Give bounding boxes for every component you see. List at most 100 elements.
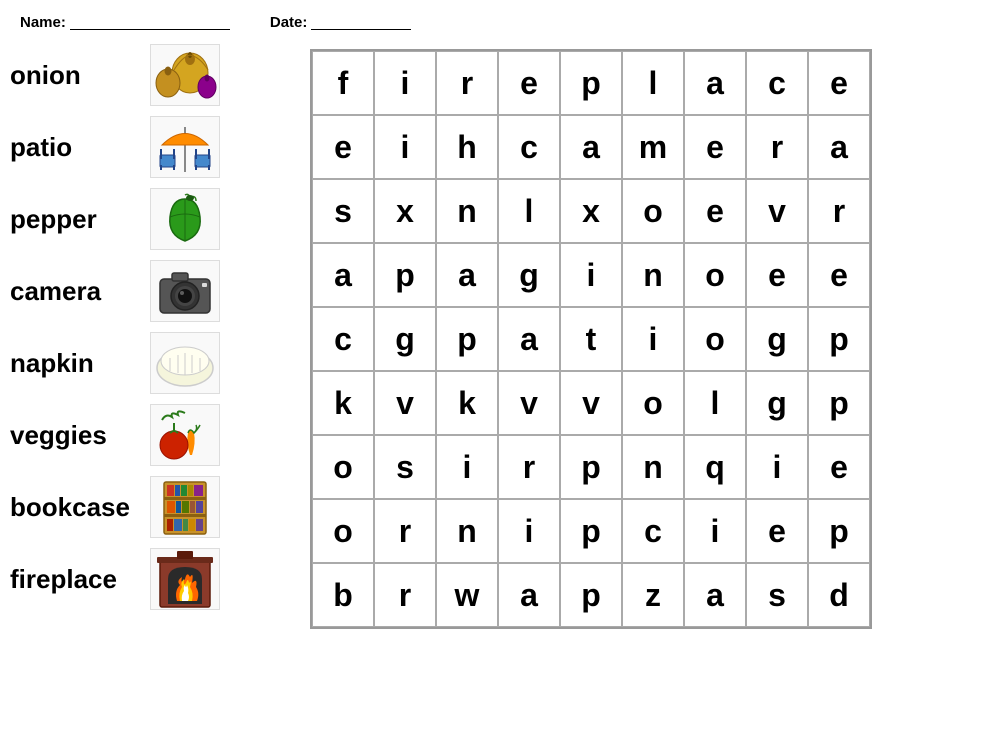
grid-cell[interactable]: k <box>312 371 374 435</box>
grid-cell[interactable]: i <box>746 435 808 499</box>
grid-cell[interactable]: p <box>374 243 436 307</box>
grid-cell[interactable]: i <box>684 499 746 563</box>
grid-cell[interactable]: p <box>808 307 870 371</box>
grid-cell[interactable]: p <box>560 435 622 499</box>
word-image-patio <box>150 116 220 178</box>
grid-cell[interactable]: r <box>436 51 498 115</box>
grid-cell[interactable]: x <box>374 179 436 243</box>
grid-cell[interactable]: m <box>622 115 684 179</box>
grid-cell[interactable]: c <box>746 51 808 115</box>
grid-cell[interactable]: i <box>498 499 560 563</box>
grid-cell[interactable]: p <box>808 371 870 435</box>
grid-cell[interactable]: g <box>746 307 808 371</box>
grid-cell[interactable]: i <box>374 115 436 179</box>
word-search-grid: fireplaceeihcamerasxnlxoevrapaginoeecgpa… <box>310 49 872 629</box>
word-image-veggies <box>150 404 220 466</box>
grid-cell[interactable]: a <box>684 51 746 115</box>
grid-cell[interactable]: o <box>684 307 746 371</box>
grid-cell[interactable]: n <box>436 179 498 243</box>
grid-cell[interactable]: t <box>560 307 622 371</box>
grid-cell[interactable]: a <box>684 563 746 627</box>
grid-cell[interactable]: p <box>560 51 622 115</box>
grid-cell[interactable]: l <box>622 51 684 115</box>
grid-cell[interactable]: p <box>560 563 622 627</box>
bookcase-icon <box>152 477 218 537</box>
grid-cell[interactable]: e <box>746 243 808 307</box>
grid-cell[interactable]: n <box>622 435 684 499</box>
grid-cell[interactable]: z <box>622 563 684 627</box>
grid-cell[interactable]: v <box>498 371 560 435</box>
grid-cell[interactable]: r <box>498 435 560 499</box>
grid-cell[interactable]: a <box>436 243 498 307</box>
grid-cell[interactable]: i <box>622 307 684 371</box>
grid-cell[interactable]: p <box>560 499 622 563</box>
list-item: napkin <box>10 327 290 399</box>
grid-cell[interactable]: f <box>312 51 374 115</box>
list-item: pepper <box>10 183 290 255</box>
grid-cell[interactable]: v <box>746 179 808 243</box>
grid-cell[interactable]: e <box>808 51 870 115</box>
grid-cell[interactable]: n <box>622 243 684 307</box>
grid-cell[interactable]: c <box>622 499 684 563</box>
grid-cell[interactable]: d <box>808 563 870 627</box>
grid-cell[interactable]: a <box>808 115 870 179</box>
grid-cell[interactable]: l <box>684 371 746 435</box>
word-label-onion: onion <box>10 60 140 91</box>
word-image-pepper <box>150 188 220 250</box>
grid-cell[interactable]: r <box>374 563 436 627</box>
word-image-napkin <box>150 332 220 394</box>
grid-cell[interactable]: r <box>746 115 808 179</box>
grid-cell[interactable]: g <box>374 307 436 371</box>
grid-cell[interactable]: l <box>498 179 560 243</box>
grid-cell[interactable]: a <box>498 563 560 627</box>
grid-cell[interactable]: b <box>312 563 374 627</box>
grid-cell[interactable]: s <box>312 179 374 243</box>
list-item: camera <box>10 255 290 327</box>
grid-cell[interactable]: c <box>312 307 374 371</box>
name-input-line[interactable] <box>70 16 230 30</box>
grid-cell[interactable]: c <box>498 115 560 179</box>
napkin-icon <box>152 333 218 393</box>
grid-cell[interactable]: r <box>808 179 870 243</box>
grid-cell[interactable]: o <box>622 179 684 243</box>
grid-cell[interactable]: e <box>684 115 746 179</box>
word-label-fireplace: fireplace <box>10 564 140 595</box>
grid-cell[interactable]: o <box>684 243 746 307</box>
grid-cell[interactable]: e <box>808 243 870 307</box>
grid-cell[interactable]: q <box>684 435 746 499</box>
grid-cell[interactable]: s <box>746 563 808 627</box>
grid-cell[interactable]: v <box>374 371 436 435</box>
grid-cell[interactable]: p <box>808 499 870 563</box>
word-label-napkin: napkin <box>10 348 140 379</box>
grid-cell[interactable]: i <box>436 435 498 499</box>
grid-cell[interactable]: e <box>498 51 560 115</box>
grid-cell[interactable]: x <box>560 179 622 243</box>
grid-cell[interactable]: e <box>746 499 808 563</box>
grid-cell[interactable]: e <box>312 115 374 179</box>
grid-cell[interactable]: o <box>622 371 684 435</box>
list-item: onion <box>10 39 290 111</box>
grid-cell[interactable]: o <box>312 435 374 499</box>
grid-cell[interactable]: w <box>436 563 498 627</box>
grid-cell[interactable]: e <box>808 435 870 499</box>
grid-cell[interactable]: g <box>498 243 560 307</box>
grid-cell[interactable]: h <box>436 115 498 179</box>
grid-cell[interactable]: o <box>312 499 374 563</box>
word-image-onion <box>150 44 220 106</box>
grid-cell[interactable]: i <box>560 243 622 307</box>
grid-cell[interactable]: k <box>436 371 498 435</box>
grid-cell[interactable]: r <box>374 499 436 563</box>
grid-cell[interactable]: i <box>374 51 436 115</box>
grid-cell[interactable]: p <box>436 307 498 371</box>
grid-cell[interactable]: a <box>498 307 560 371</box>
grid-cell[interactable]: v <box>560 371 622 435</box>
word-label-pepper: pepper <box>10 204 140 235</box>
fireplace-icon <box>152 549 218 609</box>
grid-cell[interactable]: s <box>374 435 436 499</box>
grid-cell[interactable]: e <box>684 179 746 243</box>
grid-cell[interactable]: a <box>560 115 622 179</box>
grid-cell[interactable]: g <box>746 371 808 435</box>
grid-cell[interactable]: n <box>436 499 498 563</box>
grid-cell[interactable]: a <box>312 243 374 307</box>
date-input-line[interactable] <box>311 16 411 30</box>
